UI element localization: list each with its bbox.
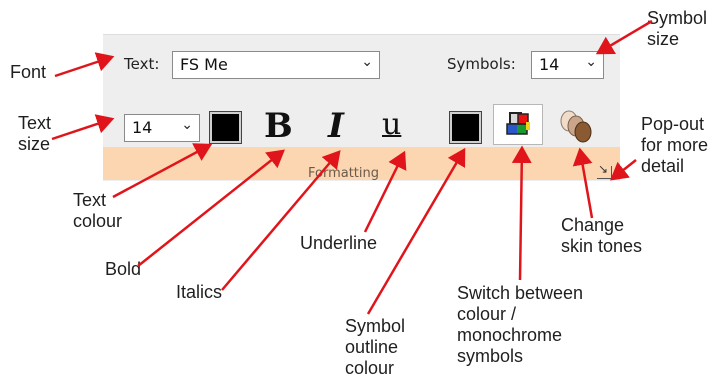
annotation-arrows	[51, 19, 653, 315]
arrow-font	[54, 52, 115, 78]
arrow-text-colour	[112, 143, 213, 199]
arrow-text-size	[51, 114, 115, 141]
arrow-popout	[610, 159, 637, 181]
arrow-bold	[137, 149, 285, 267]
arrow-switch-colour	[511, 145, 532, 281]
arrow-skin-tones	[572, 147, 594, 219]
arrow-italics	[221, 150, 341, 291]
annotated-ribbon-diagram: Formatting ↘ Text: FS Me ⌄ Symbols: 14 ⌄…	[0, 0, 724, 385]
arrow-underline	[363, 150, 407, 233]
arrow-symbol-outline-colour	[366, 147, 466, 315]
arrow-symbol-size	[595, 19, 653, 55]
